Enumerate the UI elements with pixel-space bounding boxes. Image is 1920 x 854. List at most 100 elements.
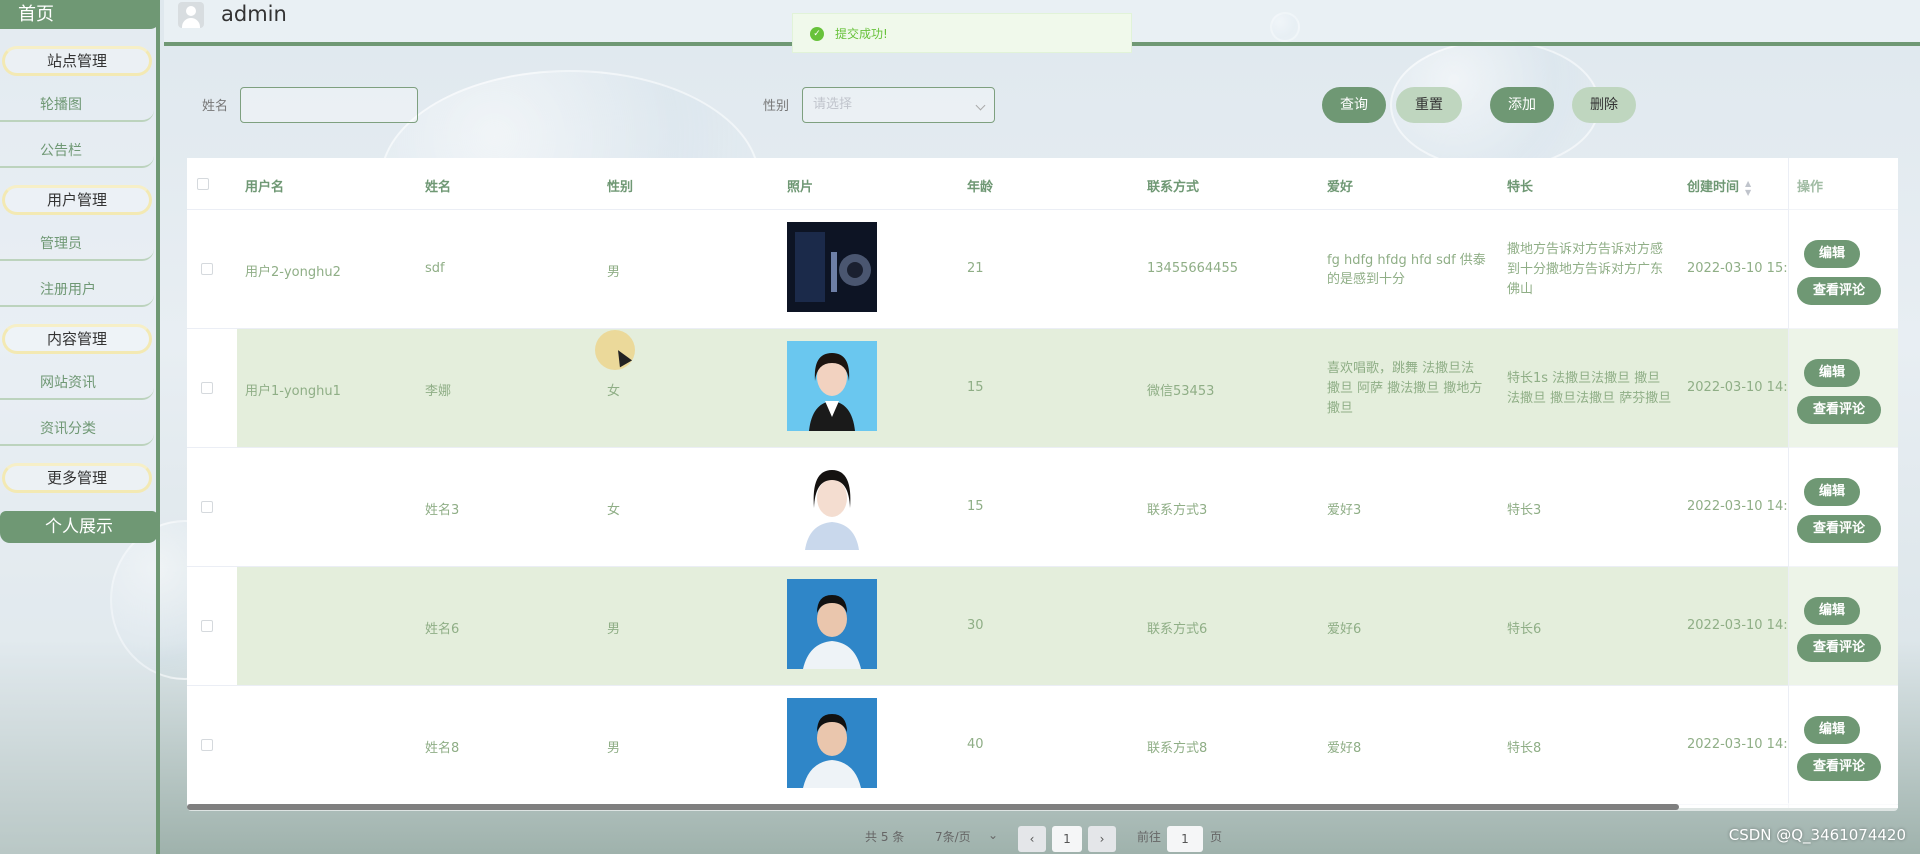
avatar[interactable]: [178, 2, 204, 28]
edit-button[interactable]: 编辑: [1804, 716, 1860, 744]
edit-button[interactable]: 编辑: [1804, 478, 1860, 506]
cell-hobby: 爱好3: [1327, 503, 1362, 518]
page-number-current[interactable]: 1: [1052, 826, 1082, 852]
col-age: 年龄: [967, 180, 994, 195]
row-checkbox[interactable]: [201, 501, 213, 513]
table-header: 用户名 姓名 性别 照片 年龄 联系方式 爱好 特长 创建时间 ▲ ▼ 操作: [187, 158, 1898, 210]
edit-button[interactable]: 编辑: [1804, 240, 1860, 268]
col-created-time[interactable]: 创建时间 ▲ ▼: [1687, 176, 1751, 197]
photo-thumbnail[interactable]: [787, 222, 877, 312]
cell-skill: 特长3: [1507, 503, 1542, 518]
cell-age: 30: [967, 618, 984, 633]
cell-created-time: 2022-03-10 14:: [1687, 618, 1787, 633]
goto-suffix: 页: [1210, 830, 1223, 844]
photo-thumbnail[interactable]: [787, 698, 877, 788]
cell-name: 姓名8: [425, 741, 460, 756]
add-button[interactable]: 添加: [1490, 87, 1554, 123]
col-skill: 特长: [1507, 180, 1534, 195]
cell-created-time: 2022-03-10 14:: [1687, 499, 1787, 514]
view-comments-button[interactable]: 查看评论: [1797, 515, 1881, 543]
view-comments-button[interactable]: 查看评论: [1797, 634, 1881, 662]
cell-age: 21: [967, 261, 984, 276]
col-name: 姓名: [425, 180, 452, 195]
view-comments-button[interactable]: 查看评论: [1797, 277, 1881, 305]
cell-contact: 联系方式3: [1147, 503, 1208, 518]
photo-thumbnail[interactable]: [787, 341, 877, 431]
photo-thumbnail[interactable]: [787, 460, 877, 550]
cell-hobby: 喜欢唱歌，跳舞 法撒旦法撒旦 阿萨 撒法撒旦 撒地方撒旦: [1327, 361, 1483, 416]
row-checkbox[interactable]: [201, 263, 213, 275]
table-row: 姓名8 男 40 联系方式8 爱好8 特长8 2022-03-10 14:: [187, 686, 1898, 805]
sidebar-item-notice[interactable]: 公告栏: [0, 136, 154, 168]
delete-button[interactable]: 删除: [1572, 87, 1636, 123]
query-button[interactable]: 查询: [1322, 87, 1386, 123]
personal-display-button[interactable]: 个人展示: [0, 511, 158, 543]
edit-button[interactable]: 编辑: [1804, 359, 1860, 387]
cell-name: 姓名6: [425, 622, 460, 637]
cell-gender: 男: [607, 741, 621, 756]
page-size-select[interactable]: 7条/页: [935, 828, 971, 845]
scrollbar-thumb[interactable]: [187, 804, 1679, 810]
cell-skill: 撒地方告诉对方告诉对方感到十分撒地方告诉对方广东佛山: [1507, 242, 1664, 297]
name-label: 姓名: [202, 99, 229, 114]
reset-button[interactable]: 重置: [1396, 87, 1462, 123]
success-toast: ✓ 提交成功!: [792, 13, 1132, 53]
cell-contact: 联系方式6: [1147, 622, 1208, 637]
horizontal-scrollbar[interactable]: [187, 803, 1898, 811]
next-page-button[interactable]: ›: [1088, 826, 1116, 852]
cell-age: 15: [967, 499, 984, 514]
cursor-highlight: [595, 330, 635, 370]
cell-gender: 女: [607, 503, 621, 518]
cell-contact: 联系方式8: [1147, 741, 1208, 756]
users-table: 用户名 姓名 性别 照片 年龄 联系方式 爱好 特长 创建时间 ▲ ▼ 操作 用户2…: [187, 158, 1898, 808]
cell-skill: 特长6: [1507, 622, 1542, 637]
sidebar-item-news-category[interactable]: 资讯分类: [0, 414, 154, 446]
cell-skill: 特长1s 法撒旦法撒旦 撒旦法撒旦 撒旦法撒旦 萨芬撒旦: [1507, 371, 1672, 406]
cell-contact: 13455664455: [1147, 261, 1238, 276]
view-comments-button[interactable]: 查看评论: [1797, 396, 1881, 424]
gender-select[interactable]: 请选择: [802, 87, 995, 123]
cell-created-time: 2022-03-10 14:: [1687, 380, 1787, 395]
cell-name: 姓名3: [425, 503, 460, 518]
cell-created-time: 2022-03-10 14:: [1687, 737, 1787, 752]
sidebar-item-news[interactable]: 网站资讯: [0, 368, 154, 400]
col-created-time-label: 创建时间: [1687, 180, 1740, 195]
sidebar-group-content[interactable]: 内容管理: [2, 324, 152, 354]
name-input[interactable]: [240, 87, 418, 123]
cell-gender: 女: [607, 384, 621, 399]
sort-icon[interactable]: ▲ ▼: [1745, 179, 1751, 197]
cell-created-time: 2022-03-10 15:: [1687, 261, 1787, 276]
cell-name: sdf: [425, 261, 445, 276]
table-row: 姓名3 女 15 联系方式3 爱好3 特长3 2022-03-10 14:: [187, 448, 1898, 567]
cell-gender: 男: [607, 265, 621, 280]
watermark: CSDN @Q_3461074420: [1728, 826, 1906, 844]
goto-page-input[interactable]: 1: [1167, 826, 1203, 852]
cell-hobby: fg hdfg hfdg hfd sdf 供泰的是感到十分: [1327, 253, 1486, 287]
view-comments-button[interactable]: 查看评论: [1797, 753, 1881, 781]
col-photo: 照片: [787, 180, 814, 195]
actions-column: 编辑 查看评论 编辑 查看评论 编辑 查看评论 编辑 查看评论 编辑 查看评论: [1788, 158, 1898, 808]
sidebar: 首页 站点管理 轮播图 公告栏 用户管理 管理员 注册用户 内容管理 网站资讯 …: [0, 0, 160, 854]
sidebar-group-users[interactable]: 用户管理: [2, 185, 152, 215]
cell-username: 用户2-yonghu2: [245, 265, 341, 280]
row-checkbox[interactable]: [201, 382, 213, 394]
photo-thumbnail[interactable]: [787, 579, 877, 669]
cell-age: 15: [967, 380, 984, 395]
toast-message: 提交成功!: [835, 27, 888, 41]
prev-page-button[interactable]: ‹: [1018, 826, 1046, 852]
row-checkbox[interactable]: [201, 620, 213, 632]
cell-age: 40: [967, 737, 984, 752]
sidebar-item-carousel[interactable]: 轮播图: [0, 90, 154, 122]
cell-contact: 微信53453: [1147, 384, 1215, 399]
edit-button[interactable]: 编辑: [1804, 597, 1860, 625]
select-all-checkbox[interactable]: [197, 178, 209, 190]
gender-label: 性别: [763, 99, 790, 114]
sidebar-home[interactable]: 首页: [0, 0, 160, 29]
sidebar-group-more[interactable]: 更多管理: [2, 463, 152, 493]
cell-gender: 男: [607, 622, 621, 637]
chevron-down-icon: [975, 100, 986, 111]
sidebar-item-admins[interactable]: 管理员: [0, 229, 154, 261]
sidebar-group-site[interactable]: 站点管理: [2, 46, 152, 76]
row-checkbox[interactable]: [201, 739, 213, 751]
sidebar-item-registered-users[interactable]: 注册用户: [0, 275, 154, 307]
